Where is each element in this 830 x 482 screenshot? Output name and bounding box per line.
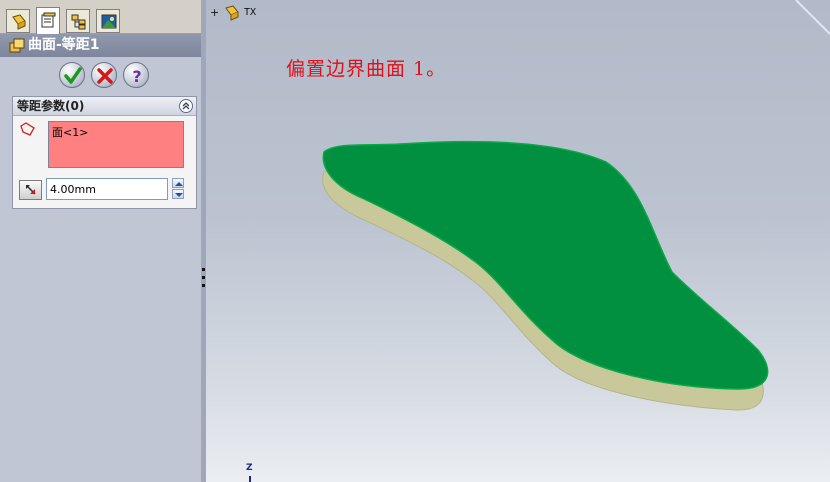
manager-tab-strip xyxy=(0,0,202,34)
display-manager-icon xyxy=(101,14,117,29)
ok-button[interactable] xyxy=(59,62,85,88)
group-header[interactable]: 等距参数(0) xyxy=(13,97,196,116)
tab-configuration-manager[interactable] xyxy=(66,9,90,33)
tab-feature-manager[interactable] xyxy=(6,9,30,33)
spin-up-icon xyxy=(175,182,183,186)
property-sheet-icon xyxy=(41,12,56,28)
list-item[interactable]: 面<1> xyxy=(52,124,180,140)
reverse-direction-button[interactable] xyxy=(19,180,42,200)
offset-surface-icon xyxy=(9,38,25,53)
reverse-direction-icon xyxy=(26,185,36,195)
feature-tree-icon xyxy=(12,14,26,30)
check-icon xyxy=(64,67,82,84)
plane-edge-line xyxy=(795,0,830,35)
feature-title: 曲面-等距1 xyxy=(28,37,100,53)
spin-down-icon xyxy=(175,193,183,197)
annotation-text: 偏置边界曲面 1。 xyxy=(286,58,447,80)
distance-spin-up[interactable] xyxy=(172,178,184,188)
tab-display-manager[interactable] xyxy=(96,9,120,33)
group-label: 等距参数(0) xyxy=(17,99,85,113)
distance-spin-down[interactable] xyxy=(172,189,184,199)
x-icon xyxy=(97,68,113,84)
configuration-icon xyxy=(71,14,86,30)
triad-z-label: Z xyxy=(246,463,253,473)
property-manager-title: 曲面-等距1 xyxy=(0,34,202,57)
offset-parameters-group: 等距参数(0) 面<1> xyxy=(12,96,197,209)
distance-input[interactable] xyxy=(46,178,168,200)
graphics-viewport[interactable]: + TX 偏置边界曲面 1。 Z xyxy=(206,0,830,482)
face-selection-list[interactable]: 面<1> xyxy=(48,121,184,168)
property-manager-panel: 曲面-等距1 ? 等距参数(0) 面<1> xyxy=(0,0,202,482)
tab-property-manager[interactable] xyxy=(36,7,60,34)
svg-text:?: ? xyxy=(132,67,141,85)
question-icon: ? xyxy=(132,67,141,85)
collapse-chevron-icon[interactable] xyxy=(179,99,193,113)
help-button[interactable]: ? xyxy=(123,62,149,88)
face-selection-icon xyxy=(20,122,35,136)
cancel-button[interactable] xyxy=(91,62,117,88)
